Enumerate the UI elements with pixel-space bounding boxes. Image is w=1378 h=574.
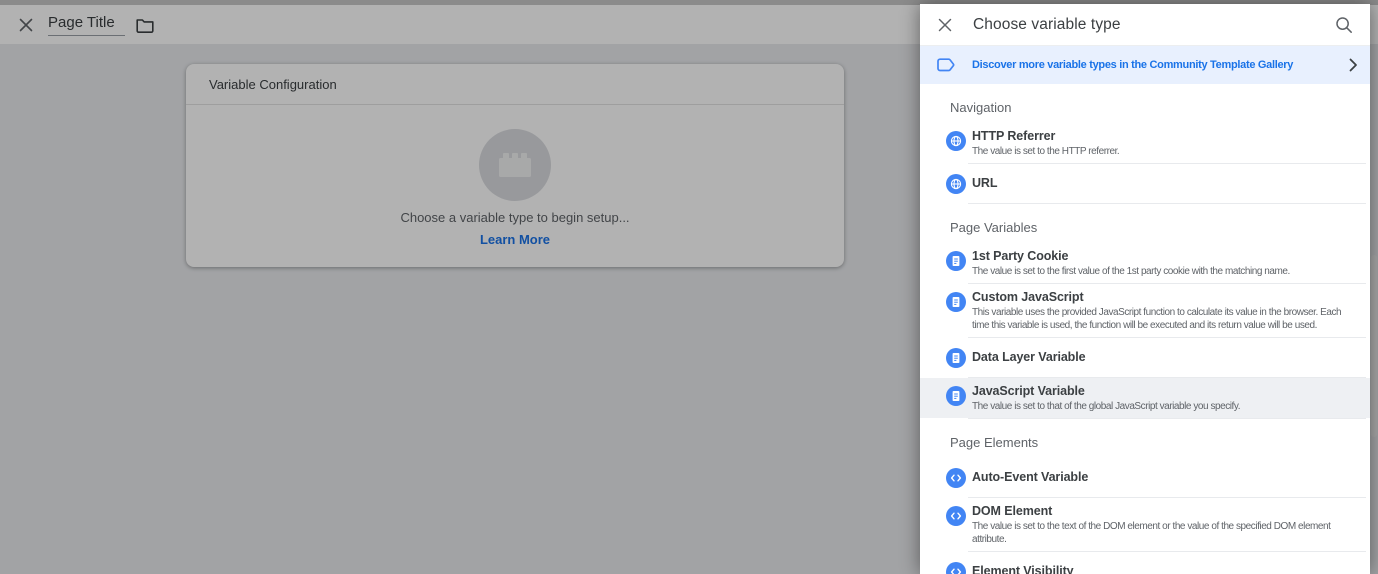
gtm-variable-editor-screen: Page Title Variable Configuration Choose… xyxy=(0,0,1378,574)
tag-icon xyxy=(937,56,959,74)
variable-type-name: Data Layer Variable xyxy=(972,350,1352,365)
code-icon xyxy=(946,562,966,574)
variable-type-text: Auto-Event Variable xyxy=(972,470,1352,485)
section-label-navigation: Navigation xyxy=(920,84,1370,123)
globe-icon xyxy=(946,131,966,151)
variable-type-list: NavigationHTTP ReferrerThe value is set … xyxy=(920,84,1370,574)
code-icon xyxy=(946,468,966,488)
variable-type-element-visibility[interactable]: Element Visibility xyxy=(920,552,1370,574)
document-icon xyxy=(946,386,966,406)
variable-type-description: The value is set to that of the global J… xyxy=(972,400,1352,413)
variable-type-name: Element Visibility xyxy=(972,564,1352,574)
variable-type-description: The value is set to the first value of t… xyxy=(972,265,1352,278)
variable-type-name: DOM Element xyxy=(972,504,1352,519)
variable-type-data-layer-variable[interactable]: Data Layer Variable xyxy=(920,338,1370,377)
variable-type-text: HTTP ReferrerThe value is set to the HTT… xyxy=(972,129,1352,158)
variable-type-name: URL xyxy=(972,176,1352,191)
variable-type-dom-element[interactable]: DOM ElementThe value is set to the text … xyxy=(920,498,1370,551)
variable-type-text: URL xyxy=(972,176,1352,191)
variable-type-text: DOM ElementThe value is set to the text … xyxy=(972,504,1352,546)
code-icon xyxy=(946,506,966,526)
document-icon xyxy=(946,292,966,312)
globe-icon xyxy=(946,174,966,194)
choose-variable-type-panel: Choose variable type Discover more varia… xyxy=(920,4,1370,574)
section-label-page-elements: Page Elements xyxy=(920,419,1370,458)
variable-type-name: 1st Party Cookie xyxy=(972,249,1352,264)
banner-text: Discover more variable types in the Comm… xyxy=(972,59,1293,71)
panel-header: Choose variable type xyxy=(920,4,1370,46)
variable-type-description: This variable uses the provided JavaScri… xyxy=(972,306,1352,332)
variable-type-text: JavaScript VariableThe value is set to t… xyxy=(972,384,1352,413)
section-label-page-variables: Page Variables xyxy=(920,204,1370,243)
document-icon xyxy=(946,348,966,368)
variable-type-text: Element Visibility xyxy=(972,564,1352,574)
document-icon xyxy=(946,251,966,271)
variable-type-custom-javascript[interactable]: Custom JavaScriptThis variable uses the … xyxy=(920,284,1370,337)
variable-type-1st-party-cookie[interactable]: 1st Party CookieThe value is set to the … xyxy=(920,243,1370,283)
variable-type-name: Custom JavaScript xyxy=(972,290,1352,305)
panel-title: Choose variable type xyxy=(973,16,1121,34)
search-icon[interactable] xyxy=(1334,15,1354,35)
variable-type-http-referrer[interactable]: HTTP ReferrerThe value is set to the HTT… xyxy=(920,123,1370,163)
variable-type-javascript-variable[interactable]: JavaScript VariableThe value is set to t… xyxy=(920,378,1370,418)
close-panel-icon[interactable] xyxy=(937,17,953,33)
variable-type-name: Auto-Event Variable xyxy=(972,470,1352,485)
chevron-right-icon xyxy=(1348,58,1358,72)
variable-type-description: The value is set to the text of the DOM … xyxy=(972,520,1352,546)
variable-type-url[interactable]: URL xyxy=(920,164,1370,203)
community-gallery-banner[interactable]: Discover more variable types in the Comm… xyxy=(920,46,1370,84)
variable-type-name: HTTP Referrer xyxy=(972,129,1352,144)
variable-type-text: Data Layer Variable xyxy=(972,350,1352,365)
variable-type-name: JavaScript Variable xyxy=(972,384,1352,399)
variable-type-text: 1st Party CookieThe value is set to the … xyxy=(972,249,1352,278)
variable-type-text: Custom JavaScriptThis variable uses the … xyxy=(972,290,1352,332)
variable-type-auto-event-variable[interactable]: Auto-Event Variable xyxy=(920,458,1370,497)
variable-type-description: The value is set to the HTTP referrer. xyxy=(972,145,1352,158)
